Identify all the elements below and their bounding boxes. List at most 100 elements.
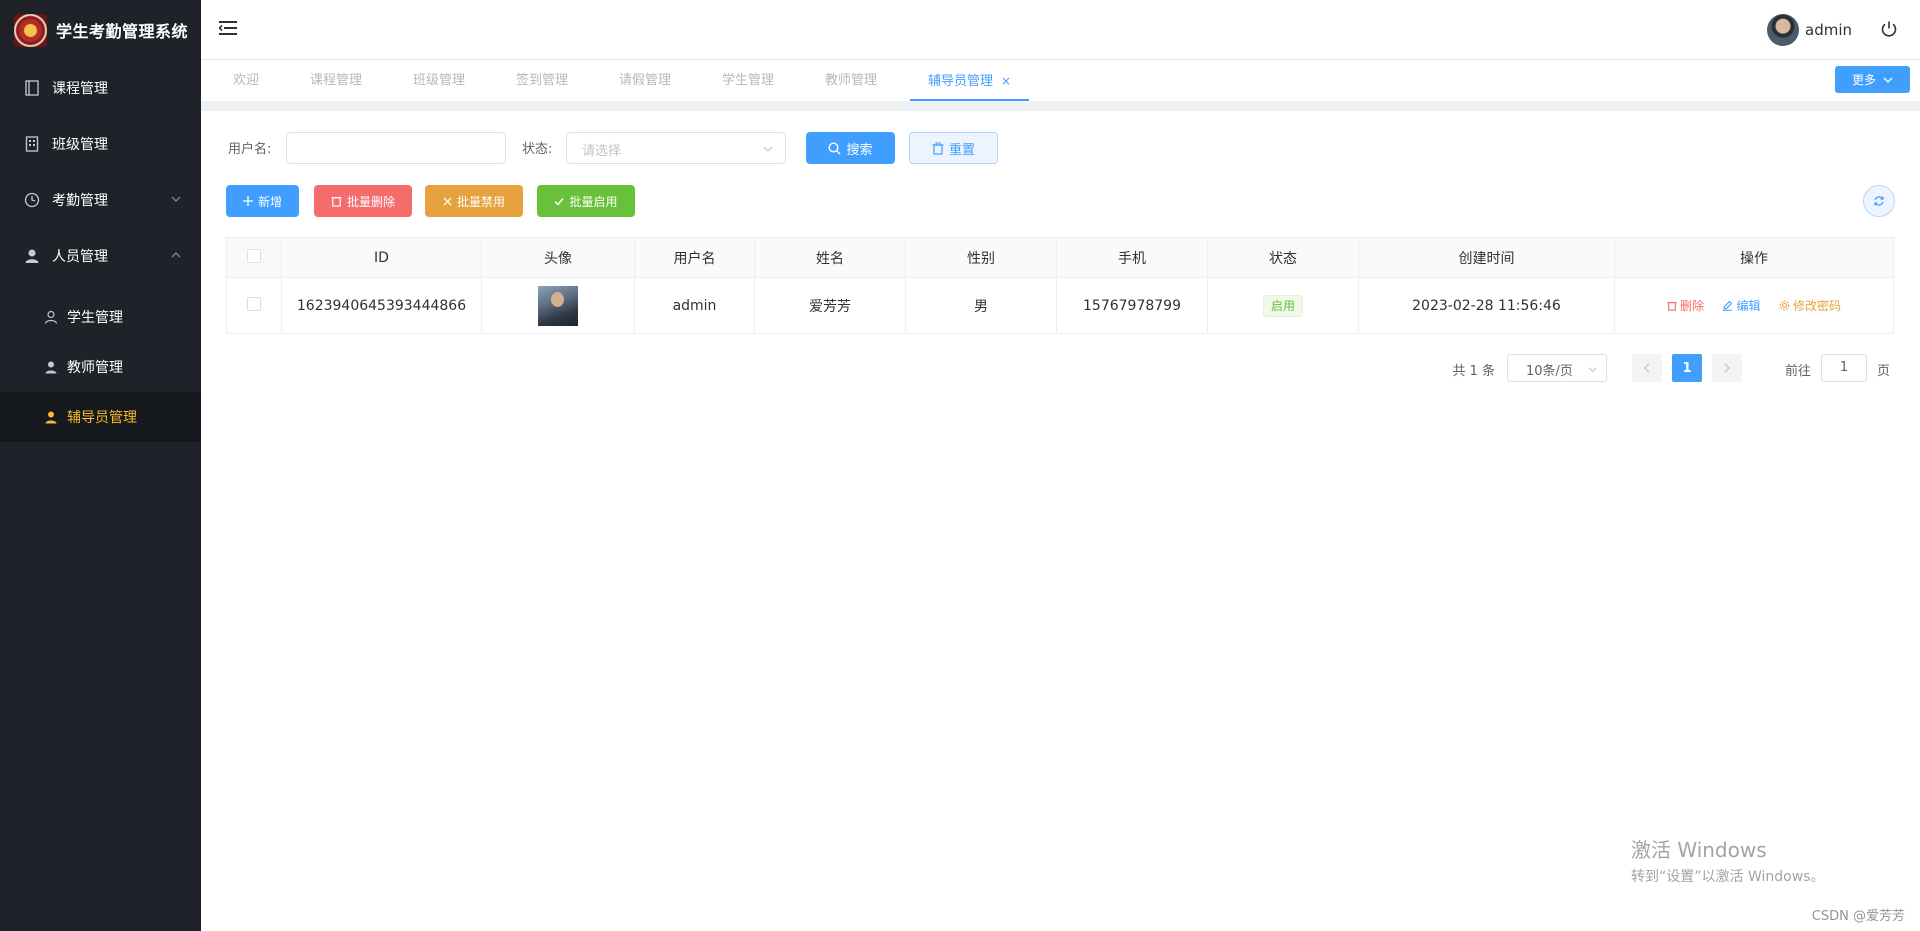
batch-delete-button[interactable]: 批量删除 (314, 185, 412, 217)
row-select-cell (226, 277, 282, 334)
tab-student[interactable]: 学生管理 (722, 61, 774, 101)
page-size-value: 10条/页 (1526, 364, 1573, 379)
trash-icon (1667, 300, 1677, 311)
tab-counselor[interactable]: 辅导员管理 × (910, 61, 1030, 101)
csdn-credit: CSDN @爱芳芳 (1811, 909, 1905, 924)
status-select[interactable]: 请选择 (566, 132, 786, 164)
add-button-label: 新增 (257, 194, 282, 209)
more-button[interactable]: 更多 (1835, 66, 1910, 93)
sidebar-item-label: 人员管理 (52, 249, 108, 265)
change-password-link[interactable]: 修改密码 (1779, 297, 1841, 314)
change-password-label: 修改密码 (1792, 298, 1841, 313)
batch-disable-button[interactable]: 批量禁用 (425, 185, 523, 217)
sidebar-item-counselor[interactable]: 辅导员管理 (0, 392, 201, 442)
sidebar: 学生考勤管理系统 课程管理 班级管理 考勤管理 人员管理 学生管理 教师管理 辅… (0, 0, 201, 931)
sidebar-item-label: 教师管理 (67, 360, 123, 376)
next-page-button[interactable] (1712, 354, 1742, 382)
search-button-label: 搜索 (846, 142, 873, 158)
page-size-select[interactable]: 10条/页 (1507, 354, 1607, 382)
tab-class[interactable]: 班级管理 (413, 61, 465, 101)
add-button[interactable]: 新增 (226, 185, 299, 217)
page-number[interactable]: 1 (1672, 354, 1702, 382)
sidebar-item-label: 班级管理 (52, 137, 108, 153)
search-icon (828, 141, 841, 155)
power-icon[interactable] (1880, 20, 1898, 38)
batch-delete-label: 批量删除 (346, 194, 395, 209)
sidebar-item-class[interactable]: 班级管理 (0, 116, 201, 172)
watermark-line2: 转到“设置”以激活 Windows。 (1631, 869, 1825, 885)
user-name: admin (1805, 21, 1852, 39)
select-all-checkbox[interactable] (247, 248, 261, 263)
check-icon (554, 197, 565, 206)
delete-link[interactable]: 删除 (1667, 297, 1704, 314)
cell-actions: 删除 编辑 修改密码 (1614, 277, 1894, 334)
plus-icon (242, 196, 253, 206)
close-icon[interactable]: × (1001, 74, 1011, 88)
delete-link-label: 删除 (1680, 298, 1705, 313)
tab-teacher[interactable]: 教师管理 (825, 61, 877, 101)
logo-row: 学生考勤管理系统 (0, 0, 201, 60)
goto-page-input[interactable]: 1 (1821, 354, 1867, 382)
batch-enable-button[interactable]: 批量启用 (537, 185, 635, 217)
book-icon (24, 80, 40, 96)
column-header: 创建时间 (1358, 237, 1615, 278)
prev-page-button[interactable] (1632, 354, 1662, 382)
reset-button-label: 重置 (948, 142, 975, 158)
cell-status: 启用 (1207, 277, 1359, 334)
trash-icon (932, 142, 944, 155)
school-logo (14, 13, 47, 47)
tab-course[interactable]: 课程管理 (310, 61, 362, 101)
tab-label: 班级管理 (413, 73, 466, 88)
username-filter-label: 用户名: (228, 142, 272, 157)
chevron-up-icon (171, 252, 181, 258)
tab-label: 学生管理 (722, 73, 775, 88)
sidebar-item-teacher[interactable]: 教师管理 (0, 342, 201, 392)
windows-activation-watermark: 激活 Windows 转到“设置”以激活 Windows。 (1631, 834, 1824, 886)
user-outline-icon (44, 310, 58, 324)
sidebar-item-course[interactable]: 课程管理 (0, 60, 201, 116)
status-badge: 启用 (1262, 294, 1303, 317)
tab-bar: 欢迎 课程管理 班级管理 签到管理 请假管理 学生管理 教师管理 辅导员管理 × (201, 61, 1920, 101)
tab-label: 教师管理 (825, 73, 878, 88)
edit-icon (1722, 300, 1733, 311)
cell-id: 1623940645393444866 (281, 277, 482, 334)
clock-icon (24, 192, 40, 208)
edit-link[interactable]: 编辑 (1722, 297, 1761, 314)
user-menu[interactable]: admin (1767, 14, 1852, 46)
column-header: 姓名 (754, 237, 906, 278)
refresh-icon (1874, 196, 1884, 206)
cell-gender: 男 (905, 277, 1057, 334)
cell-username: admin (634, 277, 755, 334)
cell-avatar (481, 277, 635, 334)
menu-toggle-icon[interactable] (219, 20, 239, 36)
sidebar-item-student[interactable]: 学生管理 (0, 292, 201, 342)
row-checkbox[interactable] (247, 296, 261, 311)
batch-enable-label: 批量启用 (569, 194, 618, 209)
watermark-line1: 激活 Windows (1631, 838, 1767, 862)
cell-name: 爱芳芳 (754, 277, 906, 334)
select-all-cell (226, 237, 282, 278)
status-filter-label: 状态: (522, 142, 553, 157)
trash-icon (331, 195, 342, 207)
sidebar-item-attendance[interactable]: 考勤管理 (0, 172, 201, 228)
tab-label: 签到管理 (516, 73, 569, 88)
personnel-submenu: 学生管理 教师管理 辅导员管理 (0, 284, 201, 442)
column-header: 性别 (905, 237, 1057, 278)
column-header: 手机 (1056, 237, 1208, 278)
column-header[interactable]: ID (281, 237, 482, 278)
tab-leave[interactable]: 请假管理 (619, 61, 671, 101)
tab-signin[interactable]: 签到管理 (516, 61, 568, 101)
user-avatar (538, 285, 578, 326)
chevron-down-icon (1588, 367, 1597, 373)
sidebar-item-personnel[interactable]: 人员管理 (0, 228, 201, 284)
search-button[interactable]: 搜索 (806, 132, 895, 164)
chevron-right-icon (1724, 363, 1730, 373)
cell-created: 2023-02-28 11:56:46 (1358, 277, 1615, 334)
username-input[interactable] (286, 132, 506, 164)
tab-label: 辅导员管理 (928, 74, 994, 89)
tab-welcome[interactable]: 欢迎 (233, 61, 259, 101)
reset-button[interactable]: 重置 (909, 132, 998, 164)
column-header: 状态 (1207, 237, 1359, 278)
top-header: admin (201, 0, 1920, 60)
refresh-button[interactable] (1863, 185, 1895, 217)
